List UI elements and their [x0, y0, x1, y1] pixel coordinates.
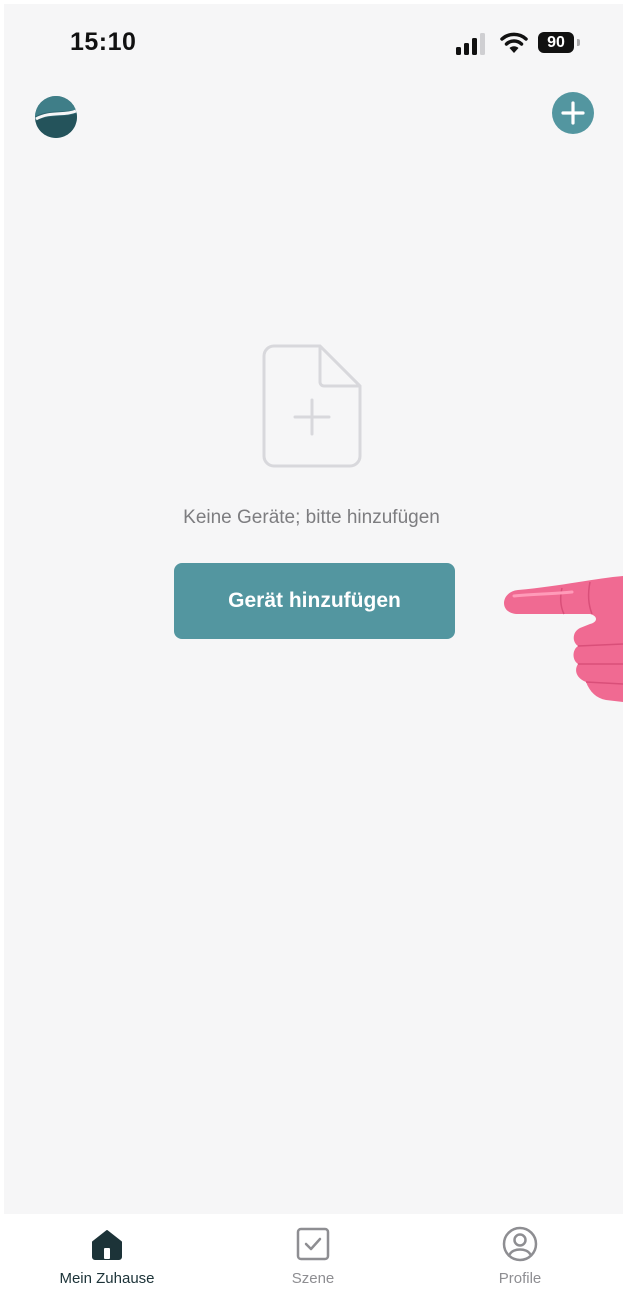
- tab-label: Profile: [498, 1270, 542, 1287]
- wifi-icon: [500, 32, 528, 53]
- add-device-button[interactable]: Gerät hinzufügen: [174, 563, 455, 639]
- tab-label: Mein Zuhause: [59, 1270, 155, 1287]
- tab-bar: Mein Zuhause Szene Profile: [0, 1214, 623, 1292]
- app-logo-icon[interactable]: [34, 95, 78, 139]
- status-time: 15:10: [70, 28, 137, 56]
- tab-szene[interactable]: Szene: [233, 1214, 393, 1292]
- user-circle-icon: [502, 1226, 538, 1262]
- tab-profile[interactable]: Profile: [440, 1214, 600, 1292]
- empty-state-message: Keine Geräte; bitte hinzufügen: [183, 507, 440, 528]
- tab-mein-zuhause[interactable]: Mein Zuhause: [27, 1214, 187, 1292]
- signal-icon: [456, 31, 490, 55]
- plus-circle-icon[interactable]: [552, 92, 594, 134]
- home-icon: [92, 1230, 122, 1260]
- battery-icon: 90: [538, 32, 574, 53]
- battery-cap: [577, 39, 580, 46]
- add-document-icon: [262, 344, 362, 468]
- pointing-hand-icon: [504, 576, 623, 702]
- tab-label: Szene: [291, 1270, 335, 1287]
- checkbox-icon: [296, 1227, 330, 1261]
